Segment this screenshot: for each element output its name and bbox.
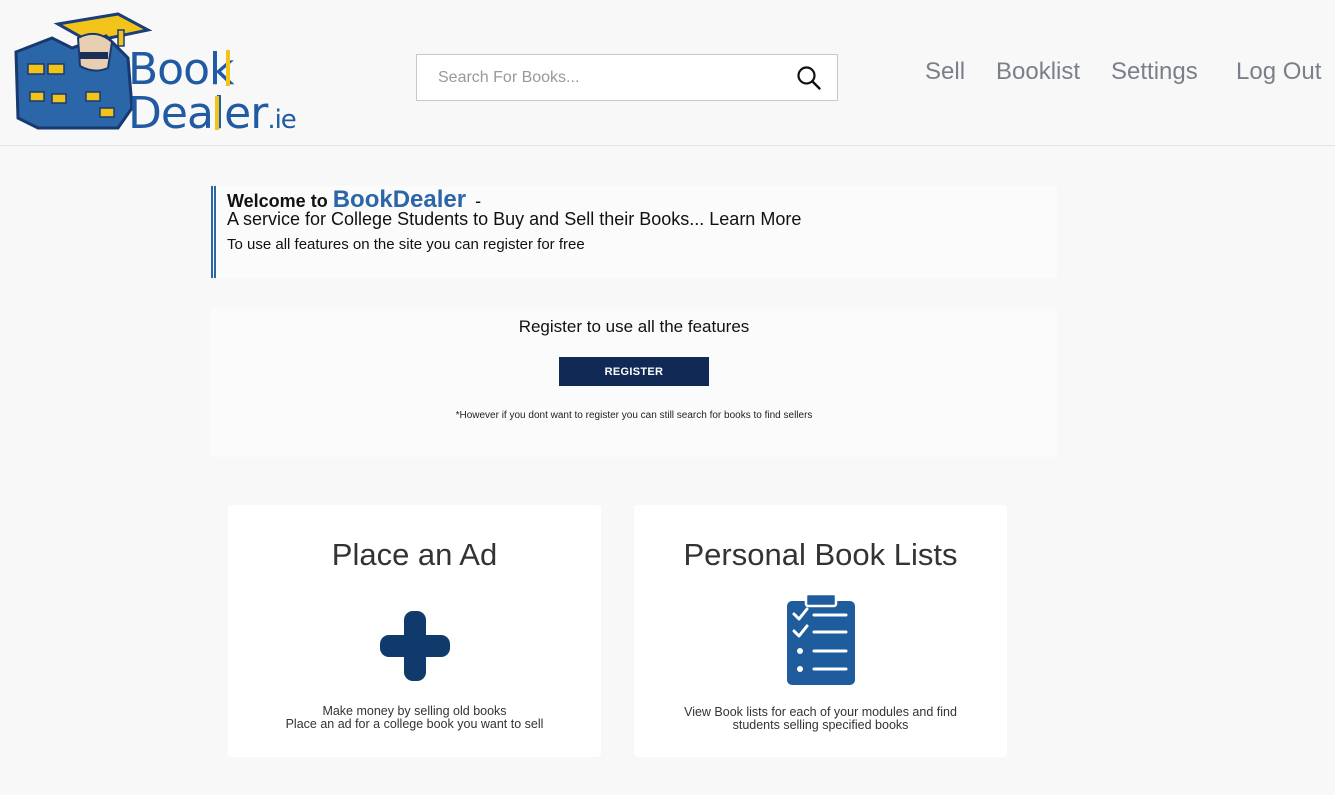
nav-booklist[interactable]: Booklist [996,58,1080,86]
nav-logout[interactable]: Log Out [1236,58,1321,86]
place-ad-desc-line2: Place an ad for a college book you want … [285,717,544,731]
book-lists-card[interactable]: Personal Book Lists View Book lists for … [634,505,1007,757]
nav-sell[interactable]: Sell [925,58,965,86]
book-lists-desc-line2: students selling specified books [732,718,909,732]
place-ad-title: Place an Ad [331,537,498,572]
book-lists-title: Personal Book Lists [683,537,958,572]
logo-suffix: .ie [267,105,295,134]
welcome-tagline-line: A service for College Students to Buy an… [227,209,801,230]
svg-text:Dealer.ie: Dealer.ie [128,88,296,134]
place-ad-description: Make money by selling old books Place an… [228,705,601,731]
search-button[interactable] [781,55,837,100]
register-panel: Register to use all the features REGISTE… [211,309,1057,457]
plus-icon [379,611,450,681]
register-footnote: *However if you dont want to register yo… [455,410,813,421]
search-input[interactable] [417,55,781,100]
search-box [416,54,838,101]
book-lists-description: View Book lists for each of your modules… [634,706,1007,732]
register-title: Register to use all the features [518,317,750,336]
logo-word-dealer: Dealer [128,88,269,134]
welcome-register-note: To use all features on the site you can … [227,236,585,253]
bookdealer-logo[interactable]: Book Dealer.ie [8,8,300,134]
clipboard-checklist-icon [786,594,855,685]
site-header: Book Dealer.ie Sell Booklist Settings Lo… [0,0,1335,146]
welcome-prefix: Welcome to [227,191,328,211]
nav-settings[interactable]: Settings [1111,58,1198,86]
welcome-panel: Welcome to BookDealer - A service for Co… [211,186,1057,278]
welcome-tagline: A service for College Students to Buy an… [227,209,705,229]
place-ad-card[interactable]: Place an Ad Make money by selling old bo… [228,505,601,757]
welcome-dash: - [475,191,482,211]
learn-more-link[interactable]: Learn More [709,209,801,229]
register-button[interactable]: REGISTER [559,357,709,386]
search-icon [797,65,821,90]
